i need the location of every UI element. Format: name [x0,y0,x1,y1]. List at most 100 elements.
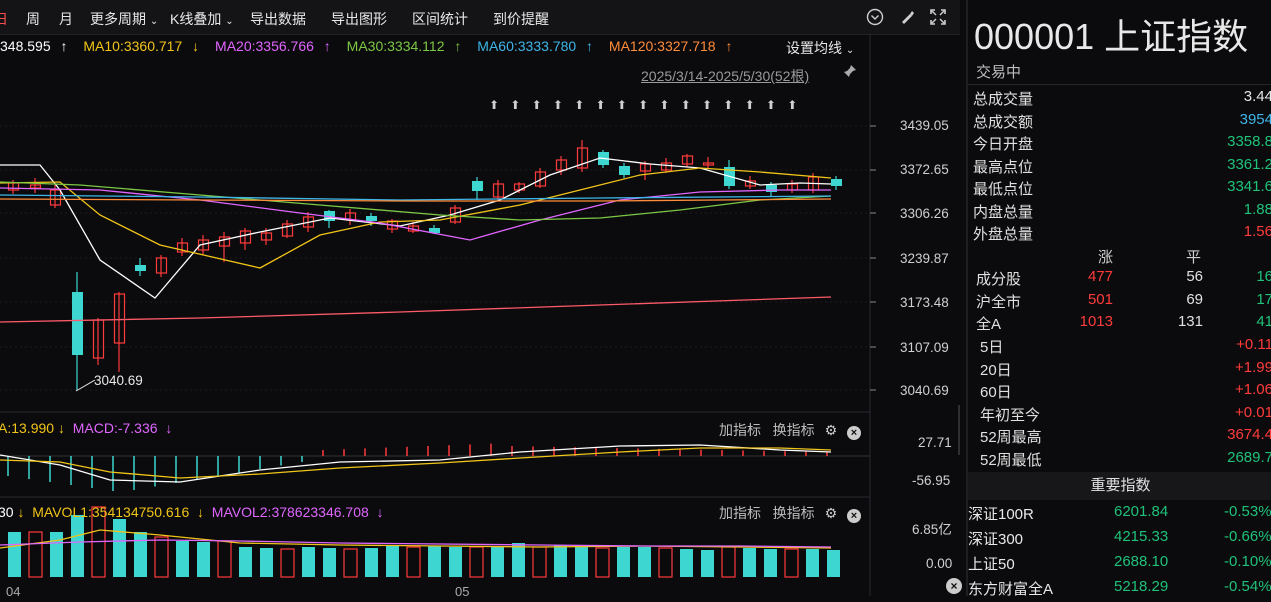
period-value: +1.99 [1235,358,1271,376]
price-tick-label: 3239.87 [900,251,949,266]
close-icon[interactable]: × [847,426,862,440]
volume-bar [217,540,232,578]
volume-bar [428,546,441,577]
price-tick-label: 3439.05 [900,118,949,133]
index-name: 深证100R [968,506,1034,523]
candle-body [619,166,630,175]
volume-bar [154,536,169,578]
candle-body [72,292,83,355]
index-change: -0.66% [1224,528,1271,545]
period-value: +1.06 [1235,381,1271,398]
stat-label: 总成交额 [973,113,1034,131]
stat-value: 3954 [1239,110,1271,128]
macd-value: MACD:-7.336 ↓ [72,420,173,436]
up-arrow-marker: ⬆ [766,98,776,112]
stat-label: 最低点位 [973,181,1034,198]
up-arrow-marker: ⬆ [617,98,627,112]
breadth-row: 全A 1013 131 41 [968,313,1271,335]
volume-tools: 加指标 换指标 ⚙ × [719,503,862,523]
volume-bar [239,547,252,577]
index-change: -0.53% [1224,503,1271,520]
volume-bar [449,547,462,577]
breadth-flat-header: 平 [1186,249,1202,266]
volume-bar [134,532,147,577]
up-arrow-marker: ⬆ [659,98,669,112]
index-row[interactable]: 东方财富全A 5218.29 -0.54% [968,578,1271,602]
period-value: +0.11 [1236,336,1271,353]
period-label: 60日 [980,384,1012,401]
up-arrow-marker: ⬆ [787,98,797,112]
breadth-down: 16 [1256,268,1271,285]
up-arrow-marker: ⬆ [553,98,563,112]
index-row[interactable]: 上证50 2688.10 -0.10% [968,553,1271,577]
switch-indicator-button[interactable]: 换指标 [773,505,815,521]
up-arrow-marker: ⬆ [510,98,520,112]
stat-value: 3.44 [1243,88,1271,105]
gear-icon[interactable]: ⚙ [825,422,838,439]
window-close-icon[interactable]: × [946,578,962,594]
stat-value: 3341.6 [1227,178,1271,195]
volume-bar [491,547,504,577]
period-row: 5日 +0.11 [968,336,1271,358]
volume-bar [113,519,126,577]
breadth-label: 成分股 [976,271,1022,288]
volume-bar [343,548,358,578]
candle-body [135,265,146,271]
x-tick-label: 05 [455,584,470,599]
breadth-up: 477 [1087,268,1113,285]
divider [968,84,1271,85]
candle-body [831,179,842,186]
index-value: 5218.29 [1114,578,1169,595]
quote-panel: 000001 上证指数 交易中 总成交量 3.44 总成交额 3954 今日开盘 3358… [946,0,1271,598]
security-title: 000001 上证指数 [974,16,1249,57]
add-indicator-button[interactable]: 加指标 [719,505,761,521]
macd-legend: A:13.990 ↓ MACD:-7.336 ↓ [0,420,172,436]
up-arrow-marker: ⬆ [489,98,499,112]
index-row[interactable]: 深证100R 6201.84 -0.53% [968,503,1271,527]
up-arrow-marker: ⬆ [702,98,712,112]
volume-bar [28,531,43,578]
volume-bar [302,547,315,577]
scrollbar-handle [958,405,960,455]
period-label: 5日 [980,339,1004,356]
vol-value: 30 ↓ [0,504,25,520]
x-tick-label: 04 [6,584,21,599]
stat-row: 最低点位 3341.6 [968,178,1271,200]
period-value: 2689.7 [1227,448,1271,466]
add-indicator-button[interactable]: 加指标 [719,422,761,438]
volume-bar [701,550,714,577]
volume-bar [595,547,610,578]
up-arrow-marker: ⬆ [596,98,606,112]
macd-bottom-label: -56.95 [912,473,951,488]
candle-body [472,181,483,191]
mavol1-value: MAVOL1:354134750.616 ↓ [32,504,205,520]
stat-label: 最高点位 [973,158,1034,176]
breadth-flat: 131 [1177,313,1203,330]
period-row: 52周最低 2689.7 [968,449,1271,471]
gear-icon[interactable]: ⚙ [825,505,838,522]
switch-indicator-button[interactable]: 换指标 [773,422,815,438]
volume-bar [280,548,295,578]
period-row: 52周最高 3674.4 [968,426,1271,448]
volume-bar [323,548,336,577]
up-arrow-marker: ⬆ [745,98,755,112]
index-name: 上证50 [968,556,1015,573]
volume-bar [50,532,63,577]
volume-bar [575,546,588,577]
index-row[interactable]: 深证300 4215.33 -0.66% [968,528,1271,552]
index-value: 2688.10 [1114,553,1169,570]
index-section-header: 重要指数 [968,472,1271,500]
volume-bottom-label: 0.00 [926,556,953,571]
close-icon[interactable]: × [847,509,862,523]
volume-bar [554,545,567,577]
ma10-line [0,167,832,269]
volume-bar [386,546,399,577]
period-label: 52周最高 [980,429,1042,446]
candle-body [366,216,377,221]
low-price-annotation: 3040.69 [94,373,143,388]
period-label: 20日 [980,361,1012,379]
volume-bar [827,550,840,577]
price-tick-label: 3173.48 [900,295,949,310]
index-change: -0.54% [1224,578,1271,595]
low-annotation-arrow [75,379,96,392]
